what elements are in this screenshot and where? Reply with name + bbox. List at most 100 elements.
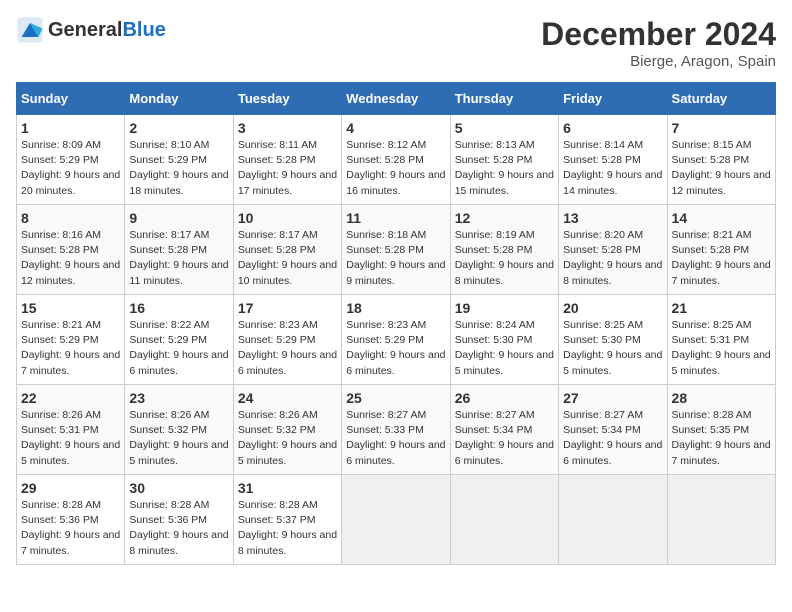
day-number: 19 <box>455 300 554 316</box>
sunrise-label: Sunrise: 8:27 AM <box>346 409 426 421</box>
sunrise-label: Sunrise: 8:18 AM <box>346 229 426 241</box>
calendar-cell: 22 Sunrise: 8:26 AM Sunset: 5:31 PM Dayl… <box>17 385 125 475</box>
daylight-label: Daylight: 9 hours and 7 minutes. <box>672 259 771 286</box>
sunrise-label: Sunrise: 8:17 AM <box>238 229 318 241</box>
sunset-label: Sunset: 5:35 PM <box>672 424 750 436</box>
daylight-label: Daylight: 9 hours and 5 minutes. <box>238 439 337 466</box>
daylight-label: Daylight: 9 hours and 8 minutes. <box>129 529 228 556</box>
calendar-cell <box>342 475 450 565</box>
day-number: 8 <box>21 210 120 226</box>
calendar-cell: 11 Sunrise: 8:18 AM Sunset: 5:28 PM Dayl… <box>342 205 450 295</box>
daylight-label: Daylight: 9 hours and 18 minutes. <box>129 169 228 196</box>
daylight-label: Daylight: 9 hours and 6 minutes. <box>346 439 445 466</box>
calendar-week-row: 8 Sunrise: 8:16 AM Sunset: 5:28 PM Dayli… <box>17 205 776 295</box>
sunset-label: Sunset: 5:30 PM <box>563 334 641 346</box>
sunset-label: Sunset: 5:31 PM <box>21 424 99 436</box>
daylight-label: Daylight: 9 hours and 8 minutes. <box>563 259 662 286</box>
day-number: 3 <box>238 120 337 136</box>
daylight-label: Daylight: 9 hours and 11 minutes. <box>129 259 228 286</box>
day-info: Sunrise: 8:24 AM Sunset: 5:30 PM Dayligh… <box>455 318 554 379</box>
sunrise-label: Sunrise: 8:09 AM <box>21 139 101 151</box>
calendar-cell: 17 Sunrise: 8:23 AM Sunset: 5:29 PM Dayl… <box>233 295 341 385</box>
sunset-label: Sunset: 5:28 PM <box>21 244 99 256</box>
daylight-label: Daylight: 9 hours and 6 minutes. <box>238 349 337 376</box>
sunrise-label: Sunrise: 8:28 AM <box>238 499 318 511</box>
calendar-cell: 6 Sunrise: 8:14 AM Sunset: 5:28 PM Dayli… <box>559 115 667 205</box>
daylight-label: Daylight: 9 hours and 7 minutes. <box>21 349 120 376</box>
calendar-cell: 3 Sunrise: 8:11 AM Sunset: 5:28 PM Dayli… <box>233 115 341 205</box>
col-friday: Friday <box>559 83 667 115</box>
day-info: Sunrise: 8:13 AM Sunset: 5:28 PM Dayligh… <box>455 138 554 199</box>
calendar-header-row: Sunday Monday Tuesday Wednesday Thursday… <box>17 83 776 115</box>
sunrise-label: Sunrise: 8:11 AM <box>238 139 317 151</box>
col-thursday: Thursday <box>450 83 558 115</box>
daylight-label: Daylight: 9 hours and 6 minutes. <box>455 439 554 466</box>
calendar-cell: 26 Sunrise: 8:27 AM Sunset: 5:34 PM Dayl… <box>450 385 558 475</box>
sunrise-label: Sunrise: 8:27 AM <box>563 409 643 421</box>
logo-icon <box>16 16 44 44</box>
day-number: 5 <box>455 120 554 136</box>
subtitle: Bierge, Aragon, Spain <box>541 53 776 70</box>
day-number: 11 <box>346 210 445 226</box>
day-number: 6 <box>563 120 662 136</box>
sunset-label: Sunset: 5:28 PM <box>672 244 750 256</box>
sunrise-label: Sunrise: 8:21 AM <box>21 319 101 331</box>
day-number: 1 <box>21 120 120 136</box>
sunset-label: Sunset: 5:28 PM <box>563 244 641 256</box>
sunrise-label: Sunrise: 8:25 AM <box>672 319 752 331</box>
day-info: Sunrise: 8:28 AM Sunset: 5:37 PM Dayligh… <box>238 498 337 559</box>
day-info: Sunrise: 8:19 AM Sunset: 5:28 PM Dayligh… <box>455 228 554 289</box>
col-monday: Monday <box>125 83 233 115</box>
calendar-cell: 5 Sunrise: 8:13 AM Sunset: 5:28 PM Dayli… <box>450 115 558 205</box>
day-number: 22 <box>21 390 120 406</box>
calendar-cell: 30 Sunrise: 8:28 AM Sunset: 5:36 PM Dayl… <box>125 475 233 565</box>
day-info: Sunrise: 8:10 AM Sunset: 5:29 PM Dayligh… <box>129 138 228 199</box>
day-number: 9 <box>129 210 228 226</box>
day-info: Sunrise: 8:28 AM Sunset: 5:36 PM Dayligh… <box>21 498 120 559</box>
sunrise-label: Sunrise: 8:13 AM <box>455 139 535 151</box>
day-info: Sunrise: 8:09 AM Sunset: 5:29 PM Dayligh… <box>21 138 120 199</box>
daylight-label: Daylight: 9 hours and 5 minutes. <box>21 439 120 466</box>
day-number: 13 <box>563 210 662 226</box>
day-info: Sunrise: 8:17 AM Sunset: 5:28 PM Dayligh… <box>129 228 228 289</box>
calendar-cell <box>559 475 667 565</box>
day-info: Sunrise: 8:26 AM Sunset: 5:32 PM Dayligh… <box>129 408 228 469</box>
day-info: Sunrise: 8:28 AM Sunset: 5:36 PM Dayligh… <box>129 498 228 559</box>
calendar-week-row: 29 Sunrise: 8:28 AM Sunset: 5:36 PM Dayl… <box>17 475 776 565</box>
day-info: Sunrise: 8:12 AM Sunset: 5:28 PM Dayligh… <box>346 138 445 199</box>
sunrise-label: Sunrise: 8:26 AM <box>129 409 209 421</box>
sunset-label: Sunset: 5:28 PM <box>238 154 316 166</box>
day-info: Sunrise: 8:22 AM Sunset: 5:29 PM Dayligh… <box>129 318 228 379</box>
day-number: 26 <box>455 390 554 406</box>
day-number: 27 <box>563 390 662 406</box>
daylight-label: Daylight: 9 hours and 5 minutes. <box>672 349 771 376</box>
sunset-label: Sunset: 5:28 PM <box>563 154 641 166</box>
sunrise-label: Sunrise: 8:25 AM <box>563 319 643 331</box>
sunset-label: Sunset: 5:28 PM <box>346 154 424 166</box>
main-title: December 2024 <box>541 16 776 53</box>
col-sunday: Sunday <box>17 83 125 115</box>
calendar-cell: 24 Sunrise: 8:26 AM Sunset: 5:32 PM Dayl… <box>233 385 341 475</box>
calendar-cell: 1 Sunrise: 8:09 AM Sunset: 5:29 PM Dayli… <box>17 115 125 205</box>
daylight-label: Daylight: 9 hours and 20 minutes. <box>21 169 120 196</box>
calendar-cell: 31 Sunrise: 8:28 AM Sunset: 5:37 PM Dayl… <box>233 475 341 565</box>
day-number: 15 <box>21 300 120 316</box>
calendar-week-row: 22 Sunrise: 8:26 AM Sunset: 5:31 PM Dayl… <box>17 385 776 475</box>
sunrise-label: Sunrise: 8:19 AM <box>455 229 535 241</box>
sunset-label: Sunset: 5:29 PM <box>346 334 424 346</box>
calendar-cell: 28 Sunrise: 8:28 AM Sunset: 5:35 PM Dayl… <box>667 385 775 475</box>
day-number: 12 <box>455 210 554 226</box>
day-info: Sunrise: 8:18 AM Sunset: 5:28 PM Dayligh… <box>346 228 445 289</box>
sunrise-label: Sunrise: 8:14 AM <box>563 139 643 151</box>
day-number: 2 <box>129 120 228 136</box>
sunset-label: Sunset: 5:29 PM <box>21 154 99 166</box>
day-info: Sunrise: 8:23 AM Sunset: 5:29 PM Dayligh… <box>238 318 337 379</box>
daylight-label: Daylight: 9 hours and 15 minutes. <box>455 169 554 196</box>
day-number: 31 <box>238 480 337 496</box>
daylight-label: Daylight: 9 hours and 6 minutes. <box>563 439 662 466</box>
sunrise-label: Sunrise: 8:23 AM <box>238 319 318 331</box>
daylight-label: Daylight: 9 hours and 8 minutes. <box>238 529 337 556</box>
day-number: 16 <box>129 300 228 316</box>
day-number: 4 <box>346 120 445 136</box>
sunrise-label: Sunrise: 8:28 AM <box>672 409 752 421</box>
